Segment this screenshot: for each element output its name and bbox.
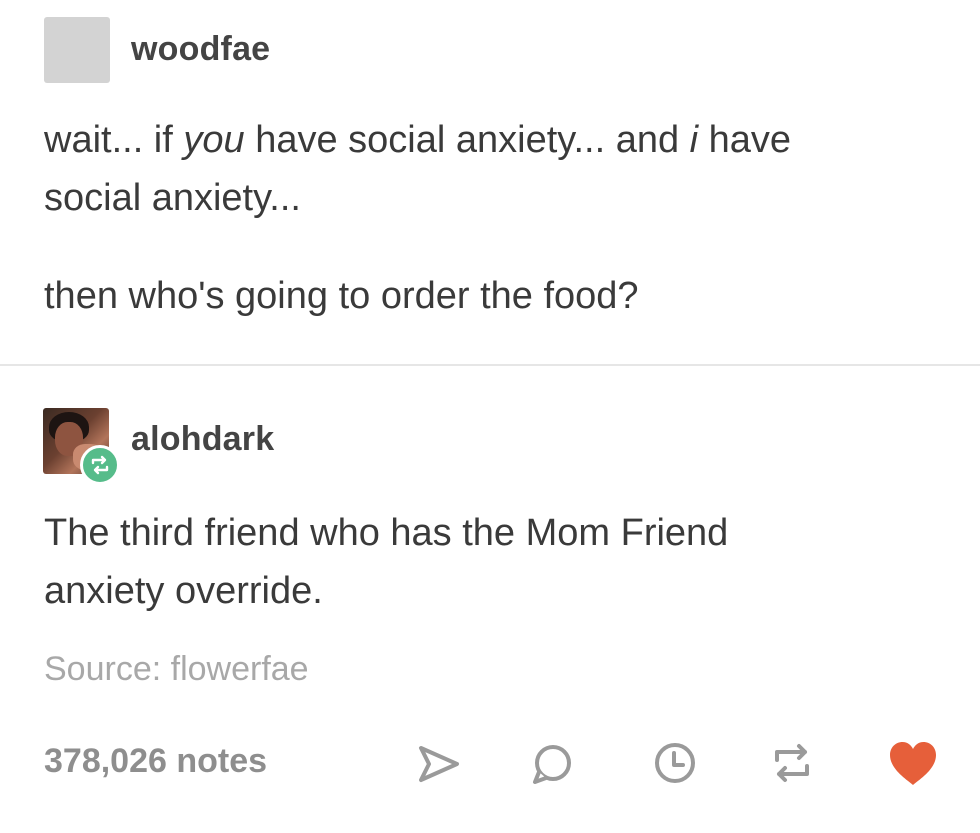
woodfae-avatar[interactable] [44, 17, 110, 83]
emphasis-you: you [183, 119, 245, 161]
post-divider [0, 364, 980, 366]
original-post-username[interactable]: woodfae [131, 30, 270, 69]
clock-icon[interactable] [650, 738, 700, 788]
share-icon[interactable] [413, 738, 463, 788]
reply-icon[interactable] [527, 738, 577, 788]
reblog-username[interactable]: alohdark [131, 420, 274, 459]
original-post-text-line2: social anxiety... [44, 177, 301, 219]
text-segment: wait... if [44, 119, 184, 161]
text-segment: have [698, 119, 792, 161]
emphasis-i: i [689, 119, 699, 161]
reblog-icon[interactable] [767, 738, 817, 788]
reblog-badge-icon [80, 445, 120, 485]
like-icon[interactable] [886, 737, 940, 791]
text-segment: have social anxiety... and [244, 119, 690, 161]
original-post-text-line1: wait... if you have social anxiety... an… [44, 112, 791, 168]
reblog-text-line1: The third friend who has the Mom Friend [44, 512, 729, 554]
source-link[interactable]: Source: flowerfae [44, 650, 309, 689]
original-post-text-line3: then who's going to order the food? [44, 275, 639, 317]
reblog-text-line2: anxiety override. [44, 570, 323, 612]
notes-count[interactable]: 378,026 notes [44, 742, 267, 781]
